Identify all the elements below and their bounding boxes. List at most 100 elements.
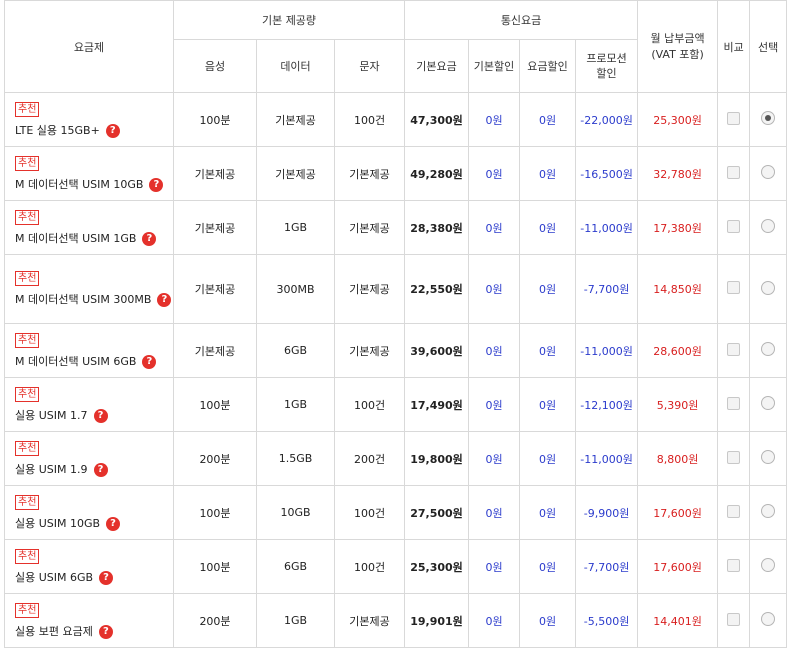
recommend-badge: 추천	[15, 602, 40, 618]
base-discount-cell: 0원	[468, 377, 521, 432]
compare-checkbox[interactable]	[727, 450, 741, 464]
plan-cell: 추천 실용 USIM 10GB?	[4, 485, 174, 540]
compare-checkbox[interactable]	[727, 165, 741, 179]
compare-cell	[717, 146, 751, 201]
compare-checkbox[interactable]	[727, 342, 741, 356]
base-fee-cell: 19,901원	[404, 593, 470, 648]
voice-cell: 기본제공	[173, 254, 257, 324]
select-radio[interactable]	[761, 219, 776, 233]
select-radio[interactable]	[761, 280, 776, 295]
plan-name: 실용 USIM 6GB	[15, 570, 94, 584]
compare-checkbox[interactable]	[727, 111, 741, 125]
select-radio[interactable]	[761, 558, 776, 572]
fee-discount-cell: 0원	[519, 92, 577, 147]
fee-discount-cell: 0원	[519, 254, 577, 324]
recommend-badge: 추천	[15, 271, 40, 286]
recommend-badge: 추천	[15, 209, 40, 225]
header-select: 선택	[749, 0, 787, 93]
base-fee-cell: 47,300원	[404, 92, 470, 147]
plan-row: 추천 M 데이터선택 USIM 300MB? 기본제공 300MB 기본제공 22,550…	[4, 254, 787, 324]
sms-cell: 100건	[333, 377, 406, 432]
plan-row: 추천 실용 USIM 10GB? 100분 10GB 100건 27,500원 0원 0원 -9…	[4, 485, 787, 540]
header-plan: 요금제	[4, 0, 174, 93]
header-sms: 문자	[333, 39, 406, 93]
plan-name: 실용 USIM 1.9	[15, 462, 88, 476]
plan-name: M 데이터선택 USIM 1GB	[15, 231, 137, 245]
sms-cell: 100건	[333, 92, 406, 147]
header-promo-line1: 프로모션	[586, 52, 627, 65]
compare-checkbox[interactable]	[727, 219, 741, 233]
voice-cell: 100분	[173, 485, 257, 540]
fee-discount-cell: 0원	[519, 377, 577, 432]
header-monthly-line2: (VAT 포함)	[651, 47, 704, 61]
data-cell: 1GB	[256, 593, 335, 648]
compare-cell	[717, 485, 751, 540]
select-cell	[749, 539, 787, 594]
plan-comparison-table: 요금제 기본 제공량 통신요금 월 납부금액 (VAT 포함) 비교 선택 음성…	[4, 0, 787, 648]
promo-discount-cell: -5,500원	[575, 593, 639, 648]
help-icon[interactable]: ?	[99, 570, 114, 585]
select-cell	[749, 593, 787, 648]
plan-row: 추천 M 데이터선택 USIM 1GB? 기본제공 1GB 기본제공 28,380원 0원 0…	[4, 200, 787, 255]
select-cell	[749, 323, 787, 378]
base-discount-cell: 0원	[468, 200, 521, 255]
compare-cell	[717, 539, 751, 594]
recommend-badge: 추천	[15, 494, 40, 510]
help-icon[interactable]: ?	[157, 293, 172, 307]
sms-cell: 기본제공	[333, 254, 406, 324]
help-icon[interactable]: ?	[93, 408, 108, 423]
voice-cell: 100분	[173, 539, 257, 594]
header-voice: 음성	[173, 39, 257, 93]
base-discount-cell: 0원	[468, 485, 521, 540]
fee-discount-cell: 0원	[519, 146, 577, 201]
header-base-fee: 기본요금	[404, 39, 470, 93]
help-icon[interactable]: ?	[106, 516, 121, 531]
plan-cell: 추천 실용 USIM 6GB?	[4, 539, 174, 594]
base-discount-cell: 0원	[468, 539, 521, 594]
compare-cell	[717, 323, 751, 378]
select-cell	[749, 200, 787, 255]
sms-cell: 기본제공	[333, 323, 406, 378]
data-cell: 10GB	[256, 485, 335, 540]
monthly-payment-cell: 17,600원	[637, 539, 719, 594]
help-icon[interactable]: ?	[105, 123, 120, 138]
plan-row: 추천 LTE 실용 15GB+? 100분 기본제공 100건 47,300원 0원 0원 -2…	[4, 92, 787, 147]
monthly-payment-cell: 17,600원	[637, 485, 719, 540]
help-icon[interactable]: ?	[93, 462, 108, 477]
select-radio[interactable]	[761, 504, 776, 518]
recommend-badge: 추천	[15, 440, 40, 456]
compare-checkbox[interactable]	[727, 396, 741, 410]
promo-discount-cell: -7,700원	[575, 539, 639, 594]
sms-cell: 100건	[333, 539, 406, 594]
plan-name: M 데이터선택 USIM 6GB	[15, 354, 137, 368]
header-promo-discount: 프로모션 할인	[575, 39, 639, 93]
help-icon[interactable]: ?	[98, 624, 113, 639]
select-radio[interactable]	[761, 111, 776, 125]
compare-checkbox[interactable]	[727, 612, 741, 626]
compare-checkbox[interactable]	[727, 504, 741, 518]
base-discount-cell: 0원	[468, 146, 521, 201]
data-cell: 기본제공	[256, 146, 335, 201]
select-radio[interactable]	[761, 396, 776, 410]
help-icon[interactable]: ?	[149, 177, 164, 192]
select-radio[interactable]	[761, 450, 776, 464]
promo-discount-cell: -16,500원	[575, 146, 639, 201]
plan-cell: 추천 M 데이터선택 USIM 6GB?	[4, 323, 174, 378]
plan-cell: 추천 M 데이터선택 USIM 10GB?	[4, 146, 174, 201]
base-fee-cell: 25,300원	[404, 539, 470, 594]
monthly-payment-cell: 17,380원	[637, 200, 719, 255]
recommend-badge: 추천	[15, 101, 40, 117]
plan-row: 추천 M 데이터선택 USIM 6GB? 기본제공 6GB 기본제공 39,600원 0원 0…	[4, 323, 787, 378]
plan-cell: 추천실용 USIM 1.9?	[4, 431, 174, 486]
select-radio[interactable]	[761, 612, 776, 626]
plan-cell: 추천 M 데이터선택 USIM 300MB?	[4, 254, 174, 324]
help-icon[interactable]: ?	[142, 354, 157, 369]
help-icon[interactable]: ?	[142, 231, 157, 246]
select-radio[interactable]	[761, 342, 776, 356]
data-cell: 300MB	[256, 254, 335, 324]
select-radio[interactable]	[761, 165, 776, 179]
sms-cell: 기본제공	[333, 593, 406, 648]
compare-cell	[717, 593, 751, 648]
compare-checkbox[interactable]	[727, 558, 741, 572]
compare-checkbox[interactable]	[727, 281, 741, 294]
